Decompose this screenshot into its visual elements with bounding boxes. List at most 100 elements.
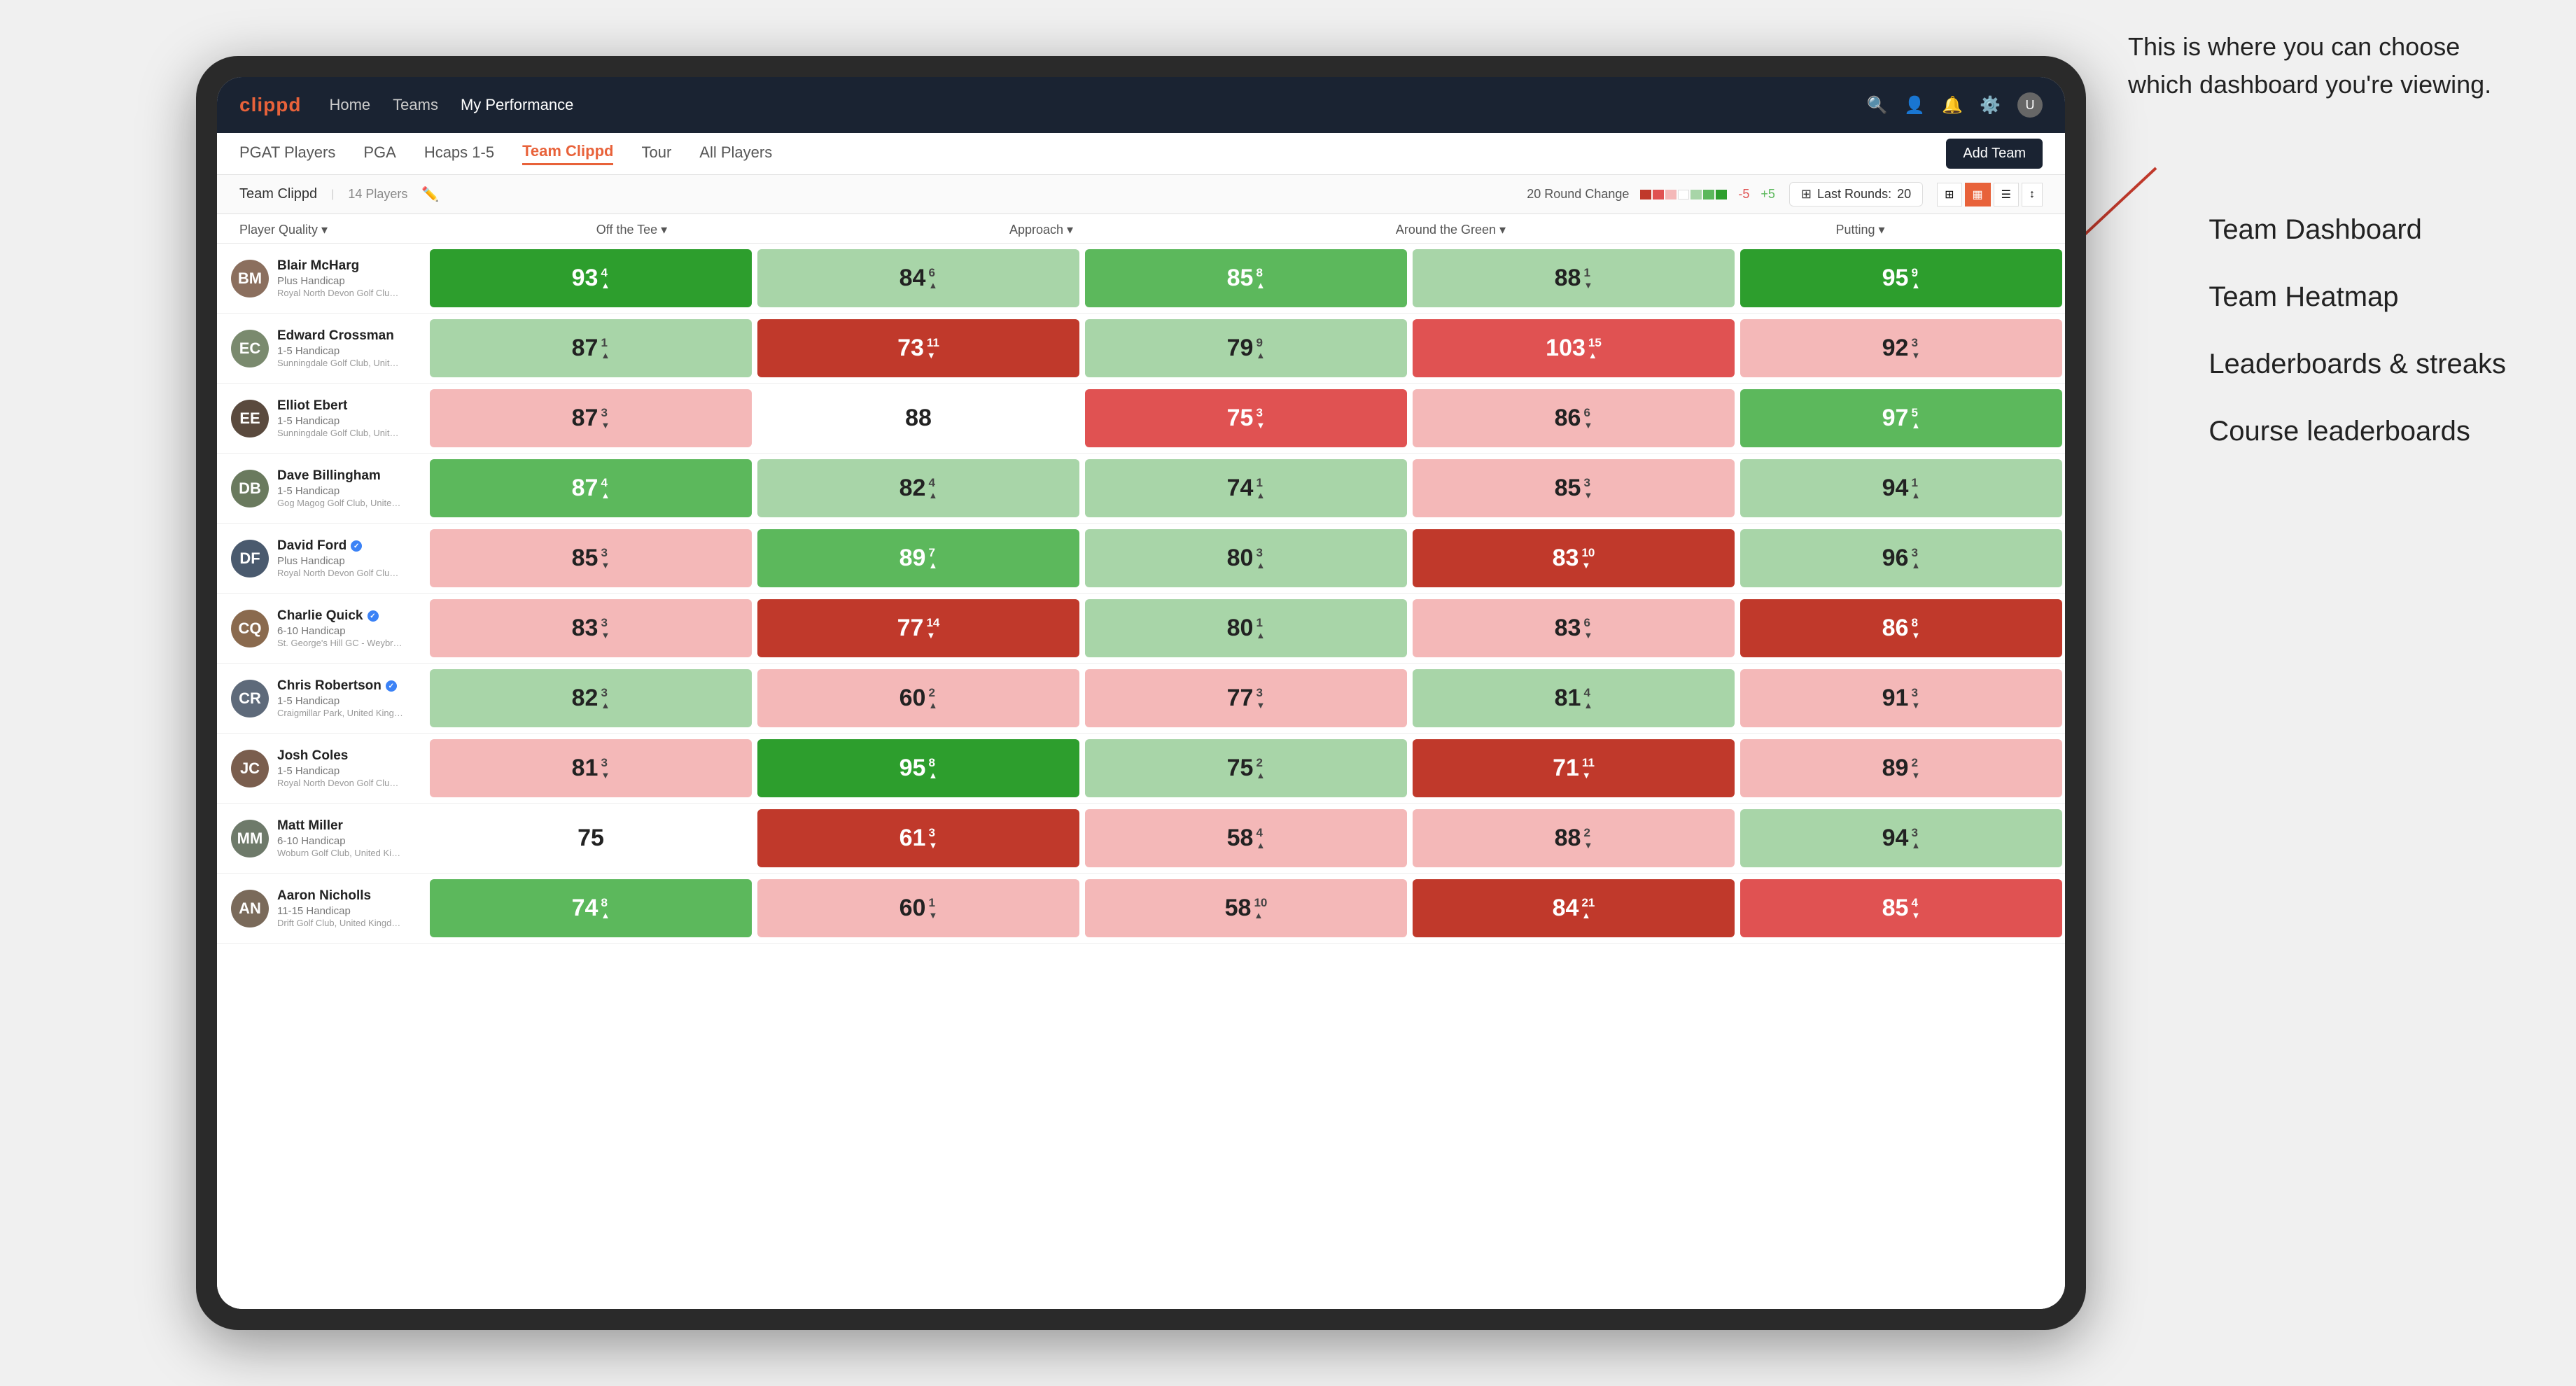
- putting-col-header[interactable]: Putting ▾: [1656, 223, 2065, 237]
- nav-teams[interactable]: Teams: [393, 96, 438, 114]
- player-avatar: JC: [231, 750, 269, 788]
- player-details: Charlie Quick ✓ 6-10 Handicap St. George…: [277, 608, 416, 648]
- player-info: CQ Charlie Quick ✓ 6-10 Handicap St. Geo…: [217, 608, 427, 648]
- main-content: Player Quality ▾ Off the Tee ▾ Approach …: [217, 214, 2065, 1309]
- player-handicap: 1-5 Handicap: [277, 485, 416, 497]
- score-cell-putting: 92 3 ▼: [1740, 319, 2062, 377]
- score-cell-quality: 87 1 ▲: [430, 319, 752, 377]
- table-row[interactable]: BM Blair McHarg Plus Handicap Royal Nort…: [217, 244, 2065, 314]
- off-tee-col-header[interactable]: Off the Tee ▾: [427, 223, 836, 237]
- score-cell-quality: 87 3 ▼: [430, 389, 752, 447]
- score-cell-quality: 75: [430, 809, 752, 867]
- score-cell-approach: 79 9 ▲: [1085, 319, 1407, 377]
- table-row[interactable]: MM Matt Miller 6-10 Handicap Woburn Golf…: [217, 804, 2065, 874]
- score-cell-around_green: 83 6 ▼: [1413, 599, 1735, 657]
- score-cell-putting: 85 4 ▼: [1740, 879, 2062, 937]
- heatmap-view-button[interactable]: ▦: [1965, 183, 1991, 206]
- round-change-label: 20 Round Change: [1527, 187, 1629, 202]
- score-cell-putting: 97 5 ▲: [1740, 389, 2062, 447]
- around-green-col-header[interactable]: Around the Green ▾: [1246, 223, 1656, 237]
- player-info: CR Chris Robertson ✓ 1-5 Handicap Craigm…: [217, 678, 427, 718]
- score-cells: 85 3 ▼ 89 7 ▲ 80 3 ▲: [427, 524, 2065, 593]
- verified-icon: ✓: [351, 540, 362, 552]
- table-row[interactable]: EE Elliot Ebert 1-5 Handicap Sunningdale…: [217, 384, 2065, 454]
- score-cell-off_tee: 73 11 ▼: [757, 319, 1079, 377]
- score-cell-off_tee: 60 2 ▲: [757, 669, 1079, 727]
- list-view-button[interactable]: ☰: [1994, 183, 2019, 206]
- tab-hcaps[interactable]: Hcaps 1-5: [424, 144, 494, 164]
- player-col-header[interactable]: Player Quality ▾: [217, 223, 427, 237]
- table-row[interactable]: EC Edward Crossman 1-5 Handicap Sunningd…: [217, 314, 2065, 384]
- player-handicap: 6-10 Handicap: [277, 625, 416, 637]
- score-cell-approach: 80 3 ▲: [1085, 529, 1407, 587]
- nav-my-performance[interactable]: My Performance: [461, 96, 573, 114]
- tab-pga[interactable]: PGA: [363, 144, 396, 164]
- player-avatar: EE: [231, 400, 269, 438]
- profile-icon[interactable]: 👤: [1904, 95, 1925, 115]
- table-row[interactable]: AN Aaron Nicholls 11-15 Handicap Drift G…: [217, 874, 2065, 944]
- player-avatar: BM: [231, 260, 269, 298]
- player-details: Josh Coles 1-5 Handicap Royal North Devo…: [277, 748, 416, 788]
- player-details: David Ford ✓ Plus Handicap Royal North D…: [277, 538, 416, 578]
- table-row[interactable]: DF David Ford ✓ Plus Handicap Royal Nort…: [217, 524, 2065, 594]
- score-cells: 83 3 ▼ 77 14 ▼ 80 1 ▲: [427, 594, 2065, 663]
- player-club: Sunningdale Golf Club, United Kingdom: [277, 428, 403, 438]
- last-rounds-value: 20: [1897, 187, 1911, 202]
- score-cell-quality: 83 3 ▼: [430, 599, 752, 657]
- player-info: EE Elliot Ebert 1-5 Handicap Sunningdale…: [217, 398, 427, 438]
- sidebar-item-team-heatmap[interactable]: Team Heatmap: [2208, 263, 2506, 330]
- tab-bar: PGAT Players PGA Hcaps 1-5 Team Clippd T…: [217, 133, 2065, 175]
- bell-icon[interactable]: 🔔: [1942, 95, 1963, 115]
- table-row[interactable]: JC Josh Coles 1-5 Handicap Royal North D…: [217, 734, 2065, 804]
- player-name: Edward Crossman: [277, 328, 416, 344]
- add-team-button[interactable]: Add Team: [1946, 139, 2043, 169]
- nav-home[interactable]: Home: [329, 96, 370, 114]
- sidebar-item-course-leaderboards[interactable]: Course leaderboards: [2208, 398, 2506, 465]
- last-rounds-button[interactable]: ⊞ Last Rounds: 20: [1789, 182, 1923, 206]
- tab-tour[interactable]: Tour: [641, 144, 671, 164]
- search-icon[interactable]: 🔍: [1866, 95, 1887, 115]
- round-change-controls: 20 Round Change -5 +5: [1527, 187, 1775, 202]
- tab-team-clippd[interactable]: Team Clippd: [522, 142, 613, 165]
- tab-all-players[interactable]: All Players: [699, 144, 772, 164]
- tablet-frame: clippd Home Teams My Performance 🔍 👤 🔔 ⚙…: [196, 56, 2086, 1330]
- player-name: Elliot Ebert: [277, 398, 416, 414]
- player-info: DF David Ford ✓ Plus Handicap Royal Nort…: [217, 538, 427, 578]
- player-details: Blair McHarg Plus Handicap Royal North D…: [277, 258, 416, 298]
- score-cells: 81 3 ▼ 95 8 ▲ 75 2 ▲: [427, 734, 2065, 803]
- score-cell-putting: 94 3 ▲: [1740, 809, 2062, 867]
- tab-pgat[interactable]: PGAT Players: [239, 144, 335, 164]
- score-cell-off_tee: 60 1 ▼: [757, 879, 1079, 937]
- score-cell-around_green: 103 15 ▲: [1413, 319, 1735, 377]
- player-club: Gog Magog Golf Club, United Kingdom: [277, 498, 403, 508]
- player-count: 14 Players: [348, 187, 407, 202]
- table-row[interactable]: DB Dave Billingham 1-5 Handicap Gog Mago…: [217, 454, 2065, 524]
- player-avatar: CQ: [231, 610, 269, 648]
- sidebar-item-team-dashboard[interactable]: Team Dashboard: [2208, 196, 2506, 263]
- score-cell-putting: 91 3 ▼: [1740, 669, 2062, 727]
- settings-icon[interactable]: ⚙️: [1980, 95, 2001, 115]
- player-info: JC Josh Coles 1-5 Handicap Royal North D…: [217, 748, 427, 788]
- score-cell-putting: 95 9 ▲: [1740, 249, 2062, 307]
- tablet-screen: clippd Home Teams My Performance 🔍 👤 🔔 ⚙…: [217, 77, 2065, 1309]
- score-cell-off_tee: 88: [757, 389, 1079, 447]
- score-cells: 75 61 3 ▼ 58 4 ▲ 88: [427, 804, 2065, 873]
- table-row[interactable]: CR Chris Robertson ✓ 1-5 Handicap Craigm…: [217, 664, 2065, 734]
- color-scale: [1640, 190, 1727, 200]
- player-club: Royal North Devon Golf Club, United King…: [277, 778, 403, 788]
- score-cells: 87 4 ▲ 82 4 ▲ 74 1 ▲: [427, 454, 2065, 523]
- user-avatar[interactable]: U: [2017, 92, 2043, 118]
- sidebar-item-leaderboards[interactable]: Leaderboards & streaks: [2208, 330, 2506, 398]
- edit-icon[interactable]: ✏️: [421, 186, 439, 203]
- score-cell-off_tee: 84 6 ▲: [757, 249, 1079, 307]
- grid-view-button[interactable]: ⊞: [1937, 183, 1961, 206]
- score-cell-quality: 85 3 ▼: [430, 529, 752, 587]
- score-cell-approach: 75 2 ▲: [1085, 739, 1407, 797]
- table-row[interactable]: CQ Charlie Quick ✓ 6-10 Handicap St. Geo…: [217, 594, 2065, 664]
- score-cell-approach: 74 1 ▲: [1085, 459, 1407, 517]
- approach-col-header[interactable]: Approach ▾: [836, 223, 1246, 237]
- player-name: David Ford ✓: [277, 538, 416, 554]
- sort-button[interactable]: ↕: [2022, 183, 2043, 206]
- annotation-content: This is where you can choose which dashb…: [2128, 32, 2491, 99]
- team-name: Team Clippd: [239, 186, 317, 202]
